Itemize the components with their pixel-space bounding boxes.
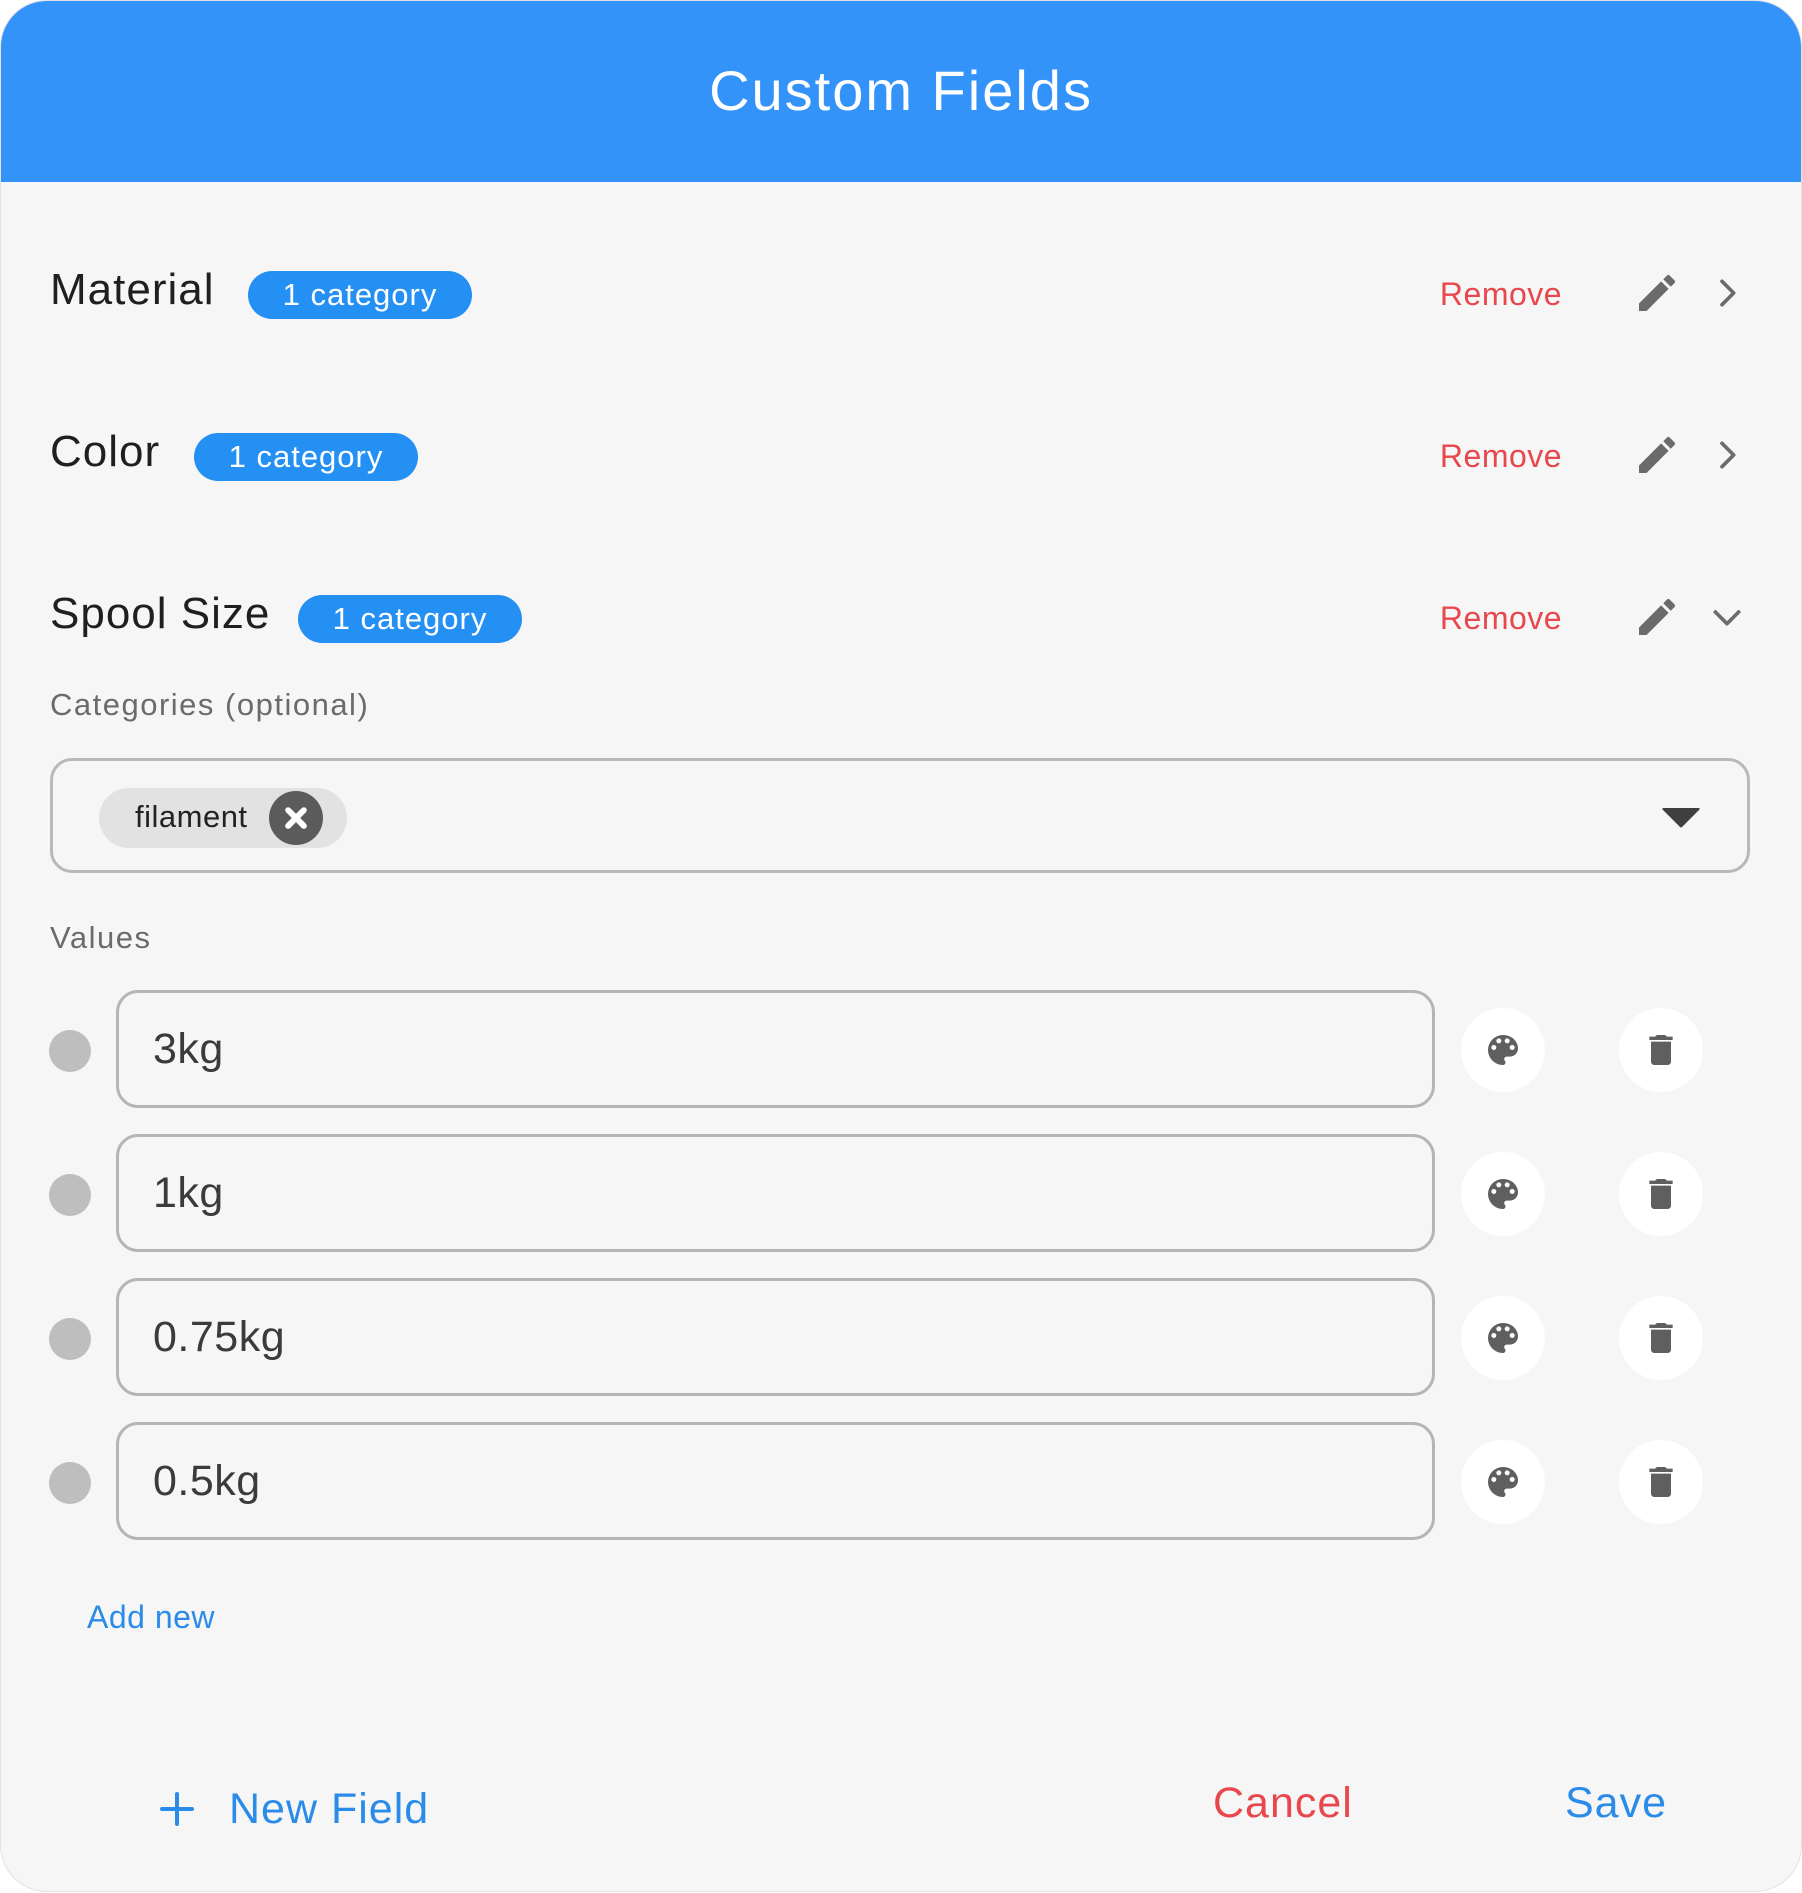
value-input[interactable] — [116, 1278, 1435, 1396]
pencil-icon[interactable] — [1633, 269, 1681, 317]
value-row — [1, 1134, 1801, 1254]
value-color-swatch[interactable] — [49, 1462, 91, 1504]
pencil-icon[interactable] — [1633, 431, 1681, 479]
field-name: Color — [50, 427, 161, 476]
category-count-badge: 1 category — [248, 271, 472, 319]
trash-icon — [1649, 1035, 1673, 1065]
value-color-swatch[interactable] — [49, 1174, 91, 1216]
delete-value-button[interactable] — [1619, 1296, 1703, 1380]
dialog-header: Custom Fields — [1, 1, 1801, 182]
chevron-right-icon[interactable] — [1707, 273, 1747, 313]
value-row — [1, 1422, 1801, 1542]
trash-icon — [1649, 1323, 1673, 1353]
palette-button[interactable] — [1461, 1152, 1545, 1236]
remove-field-button[interactable]: Remove — [1421, 595, 1581, 641]
value-row — [1, 990, 1801, 1110]
categories-label: Categories (optional) — [50, 687, 370, 722]
palette-button[interactable] — [1461, 1440, 1545, 1524]
close-circle-icon[interactable] — [269, 791, 323, 845]
caret-down-icon[interactable] — [1661, 807, 1701, 831]
field-row-material[interactable]: Material 1 category Remove — [1, 251, 1801, 331]
new-field-label: New Field — [229, 1784, 430, 1833]
category-count-badge: 1 category — [194, 433, 418, 481]
trash-icon — [1649, 1179, 1673, 1209]
cancel-button[interactable]: Cancel — [1213, 1779, 1353, 1828]
chevron-right-icon[interactable] — [1707, 435, 1747, 475]
value-input[interactable] — [116, 1422, 1435, 1540]
category-count-badge: 1 category — [298, 595, 522, 643]
category-chip: filament — [99, 788, 347, 848]
field-name: Spool Size — [50, 589, 271, 638]
value-color-swatch[interactable] — [49, 1318, 91, 1360]
values-label: Values — [50, 920, 152, 955]
value-input[interactable] — [116, 990, 1435, 1108]
delete-value-button[interactable] — [1619, 1008, 1703, 1092]
pencil-icon[interactable] — [1633, 593, 1681, 641]
palette-icon — [1488, 1323, 1518, 1353]
dialog-title: Custom Fields — [709, 59, 1093, 122]
new-field-button[interactable]: New Field — [157, 1779, 429, 1839]
palette-icon — [1488, 1035, 1518, 1065]
value-color-swatch[interactable] — [49, 1030, 91, 1072]
palette-icon — [1488, 1467, 1518, 1497]
plus-icon — [160, 1792, 194, 1826]
remove-field-button[interactable]: Remove — [1421, 271, 1581, 317]
value-input[interactable] — [116, 1134, 1435, 1252]
field-row-color[interactable]: Color 1 category Remove — [1, 413, 1801, 493]
delete-value-button[interactable] — [1619, 1440, 1703, 1524]
field-name: Material — [50, 265, 215, 314]
category-chip-label: filament — [135, 799, 248, 834]
trash-icon — [1649, 1467, 1673, 1497]
delete-value-button[interactable] — [1619, 1152, 1703, 1236]
custom-fields-dialog: Custom Fields Material 1 category Remove… — [1, 1, 1801, 1891]
categories-select[interactable]: filament — [50, 758, 1750, 873]
chevron-down-icon[interactable] — [1707, 597, 1747, 637]
palette-button[interactable] — [1461, 1296, 1545, 1380]
remove-field-button[interactable]: Remove — [1421, 433, 1581, 479]
palette-button[interactable] — [1461, 1008, 1545, 1092]
add-new-value-button[interactable]: Add new — [87, 1599, 215, 1636]
save-button[interactable]: Save — [1565, 1779, 1667, 1828]
value-row — [1, 1278, 1801, 1398]
field-row-spool-size[interactable]: Spool Size 1 category Remove — [1, 575, 1801, 655]
palette-icon — [1488, 1179, 1518, 1209]
